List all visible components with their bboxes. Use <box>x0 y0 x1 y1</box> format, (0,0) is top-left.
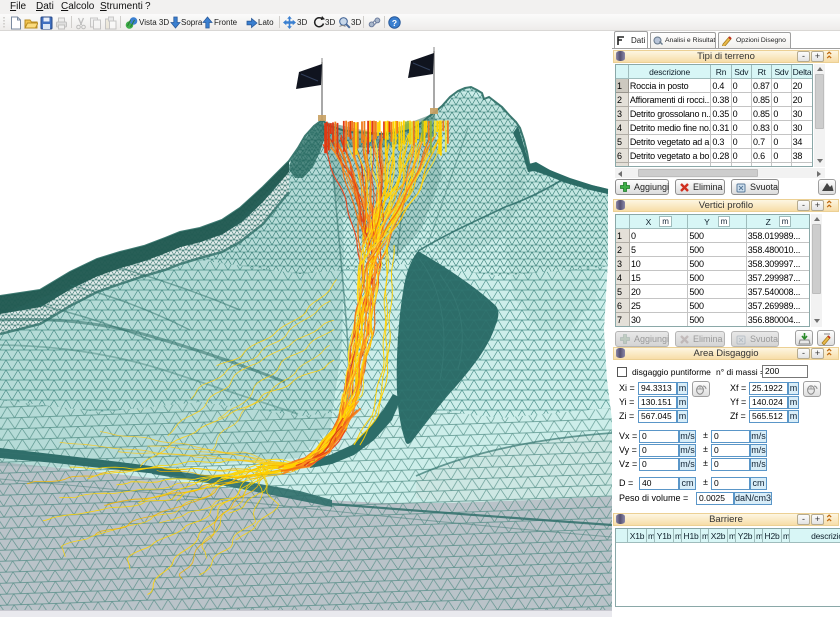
svg-text:?: ? <box>392 18 397 28</box>
